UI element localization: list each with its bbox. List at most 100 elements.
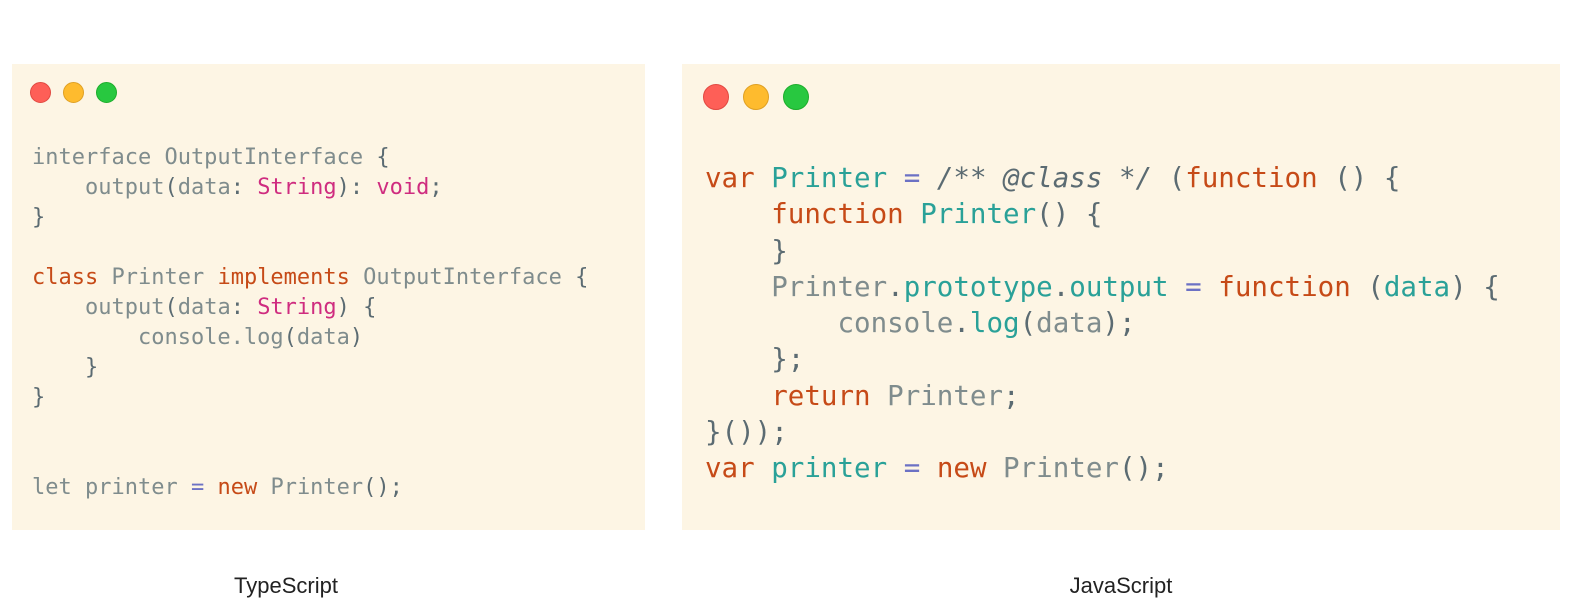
code-token: . xyxy=(887,270,904,303)
code-token: ( xyxy=(1152,162,1186,194)
code-token: : xyxy=(230,175,258,200)
code-token: () { xyxy=(1317,162,1401,194)
code-line: } xyxy=(32,203,588,233)
code-line: } xyxy=(32,353,588,383)
code-line: function Printer() { xyxy=(705,196,1500,232)
close-dot-icon[interactable] xyxy=(703,84,729,110)
code-line: }()); xyxy=(705,414,1500,450)
maximize-dot-icon[interactable] xyxy=(96,82,117,103)
code-token: function xyxy=(771,198,904,231)
javascript-code-window: var Printer = /** @class */ (function ()… xyxy=(682,64,1560,530)
code-token: . xyxy=(1052,270,1070,303)
code-token: { xyxy=(575,265,589,290)
code-token: Printer xyxy=(870,379,1004,412)
code-token: String xyxy=(257,175,337,200)
code-token: = xyxy=(903,452,921,485)
code-token: { xyxy=(376,145,390,170)
code-token: class xyxy=(32,265,99,290)
code-token: data xyxy=(177,295,231,320)
code-token: new xyxy=(217,475,258,500)
code-token: ( xyxy=(1350,270,1384,303)
code-token: ) { xyxy=(336,295,377,320)
code-token: log xyxy=(969,307,1020,340)
code-token: }; xyxy=(705,343,805,376)
code-token: } xyxy=(32,385,46,410)
code-token: Printer xyxy=(920,198,1037,231)
code-line: }; xyxy=(705,341,1500,377)
code-token: let printer xyxy=(32,475,191,500)
code-token: String xyxy=(257,295,337,320)
code-token: Printer xyxy=(98,265,218,290)
code-token: printer xyxy=(771,452,888,485)
code-token: . xyxy=(953,307,970,340)
code-token: (); xyxy=(363,475,403,500)
code-token: ( xyxy=(1019,307,1037,340)
code-token: ): xyxy=(336,175,377,200)
code-line: } xyxy=(705,233,1500,269)
code-token: } xyxy=(32,205,46,230)
code-token: data xyxy=(1383,270,1451,303)
code-token: output xyxy=(1069,270,1169,303)
code-token: console.log xyxy=(32,325,284,350)
code-token: function xyxy=(1218,270,1351,303)
code-token: ; xyxy=(1003,379,1020,412)
code-token: Printer xyxy=(771,162,888,194)
code-line: output(data: String): void; xyxy=(32,173,588,203)
code-token: ( xyxy=(164,295,178,320)
code-token: = xyxy=(190,475,205,500)
close-dot-icon[interactable] xyxy=(30,82,51,103)
code-token: var xyxy=(705,452,755,485)
code-line: interface OutputInterface { xyxy=(32,143,588,173)
minimize-dot-icon[interactable] xyxy=(63,82,84,103)
code-token: return xyxy=(771,379,871,412)
code-token: : xyxy=(230,295,258,320)
code-line: Printer.prototype.output = function (dat… xyxy=(705,269,1500,305)
code-token: ( xyxy=(283,325,297,350)
code-token: /** @class */ xyxy=(936,162,1153,194)
minimize-dot-icon[interactable] xyxy=(743,84,769,110)
code-token: Printer xyxy=(257,475,364,500)
code-token: console xyxy=(705,307,954,340)
code-token: function xyxy=(1185,162,1318,194)
code-token: var xyxy=(705,162,755,194)
code-token: output xyxy=(32,295,165,320)
code-token: void xyxy=(376,175,430,200)
code-token: Printer xyxy=(986,452,1119,485)
code-token: = xyxy=(1185,270,1202,303)
code-line: console.log(data); xyxy=(705,305,1500,341)
code-token: } xyxy=(32,355,99,380)
code-line: class Printer implements OutputInterface… xyxy=(32,263,588,293)
code-token: = xyxy=(903,162,921,194)
code-line: console.log(data) xyxy=(32,323,588,353)
code-token: prototype xyxy=(903,270,1053,303)
code-token: implements xyxy=(217,265,350,290)
javascript-caption: JavaScript xyxy=(1069,573,1173,598)
code-token: (); xyxy=(1118,452,1169,485)
code-token: data xyxy=(296,325,350,350)
typescript-code-block: interface OutputInterface { output(data:… xyxy=(32,143,588,503)
code-line: output(data: String) { xyxy=(32,293,588,323)
code-line: var Printer = /** @class */ (function ()… xyxy=(705,160,1500,196)
code-token: data xyxy=(1036,307,1103,340)
code-token: Printer xyxy=(705,270,888,303)
maximize-dot-icon[interactable] xyxy=(783,84,809,110)
javascript-code-block: var Printer = /** @class */ (function ()… xyxy=(705,160,1500,487)
code-token: ; xyxy=(429,175,443,200)
code-token: data xyxy=(177,175,231,200)
code-token: output xyxy=(32,175,165,200)
code-token: ) xyxy=(349,325,364,350)
code-line: var printer = new Printer(); xyxy=(705,450,1500,486)
typescript-caption: TypeScript xyxy=(234,573,338,598)
code-token: interface OutputInterface xyxy=(32,145,377,170)
